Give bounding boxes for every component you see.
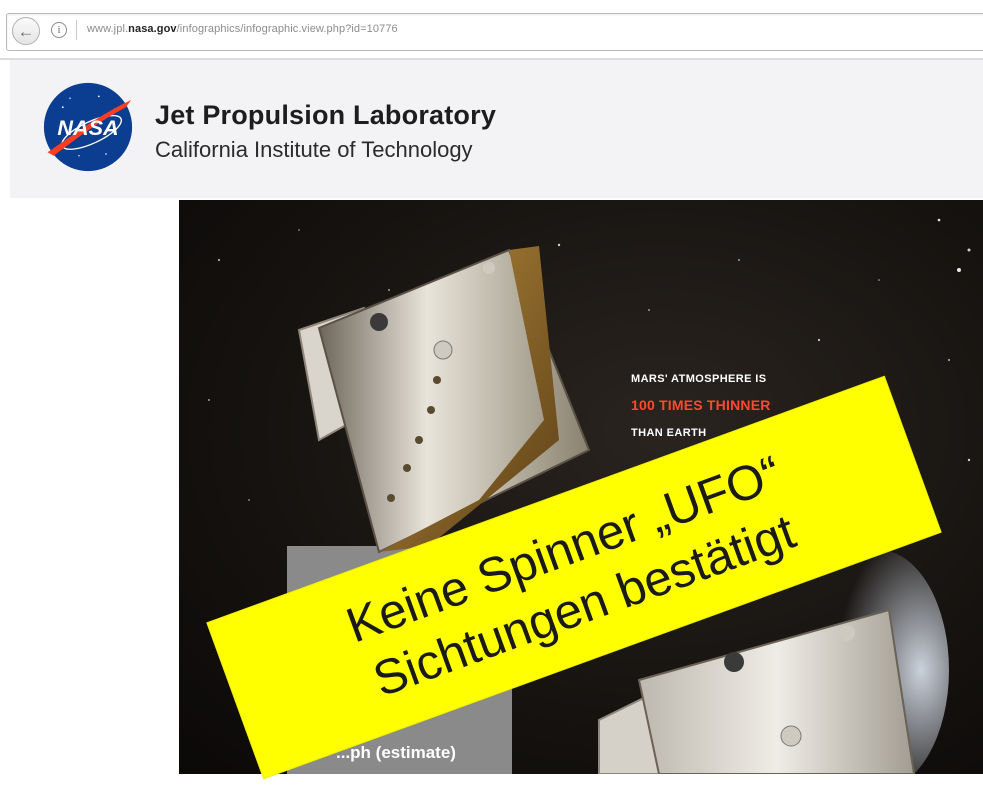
nasa-logo-text: NASA: [57, 115, 118, 140]
nasa-logo[interactable]: NASA: [43, 82, 133, 172]
url-text[interactable]: www.jpl.nasa.gov/infographics/infographi…: [87, 23, 398, 35]
back-button[interactable]: ←: [12, 17, 40, 45]
url-prefix: www.jpl.: [87, 23, 129, 35]
address-separator: [76, 20, 77, 40]
info-icon[interactable]: i: [51, 22, 67, 38]
mars-atmosphere-line-1: MARS' ATMOSPHERE IS: [631, 373, 767, 385]
browser-toolbar: ← i www.jpl.nasa.gov/infographics/infogr…: [0, 0, 983, 60]
url-domain: nasa.gov: [128, 23, 177, 35]
page-title[interactable]: Jet Propulsion Laboratory: [155, 100, 496, 131]
estimate-label: ...ph (estimate): [336, 743, 456, 762]
mars-atmosphere-line-3: THAN EARTH: [631, 427, 707, 439]
back-arrow-icon: ←: [17, 21, 35, 41]
page-subtitle[interactable]: California Institute of Technology: [155, 137, 473, 163]
mars-atmosphere-highlight: 100 TIMES THINNER: [631, 397, 771, 413]
url-path: /infographics/infographic.view.php?id=10…: [176, 23, 398, 35]
